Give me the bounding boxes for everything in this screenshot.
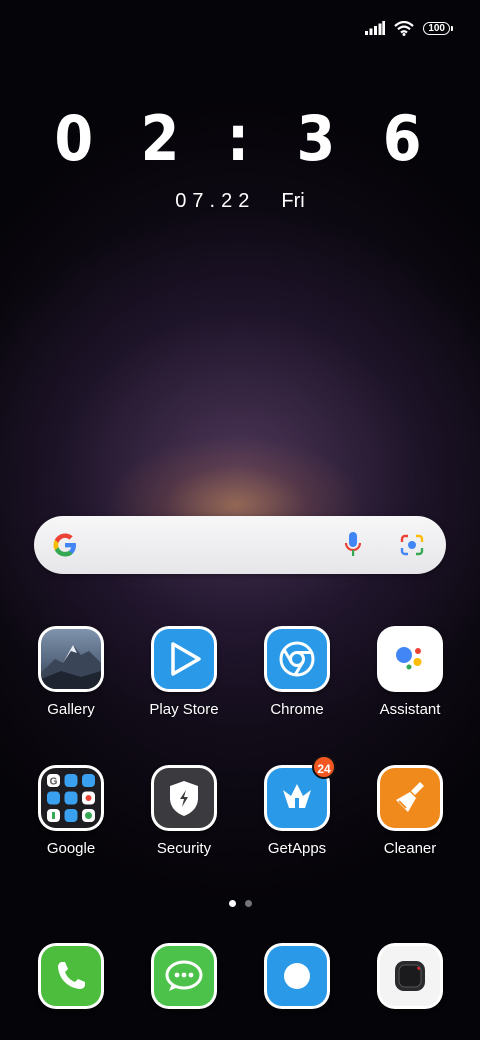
gallery-icon [41,645,101,689]
phone-icon [58,962,85,989]
battery-level: 100 [428,22,445,34]
wifi-icon [394,20,415,36]
app-label: Gallery [47,701,95,718]
lens-camera-icon[interactable] [399,533,425,557]
app-assistant[interactable]: Assistant [355,626,465,718]
clock-weekday: Fri [281,190,305,212]
app-label: GetApps [267,840,327,857]
battery-indicator: 100 [423,21,453,35]
app-getapps[interactable]: 24 GetApps [242,755,352,857]
app-label: Play Store [149,701,219,718]
app-label: Chrome [270,701,324,718]
assistant-icon [396,647,422,670]
app-google-folder[interactable]: G Google [16,765,126,857]
microphone-icon[interactable] [343,531,363,559]
svg-text:G: G [50,777,58,788]
messaging-icon [165,960,203,991]
signal-icon [365,21,386,35]
clock-date: 07.22 [175,190,256,212]
dock-phone[interactable] [16,943,126,1009]
dock-camera[interactable] [355,943,465,1009]
page-dot [244,900,252,907]
app-gallery[interactable]: Gallery [16,626,126,718]
clock-time[interactable]: 0 2 : 3 6 [0,104,480,174]
app-label: Security [156,840,212,857]
google-g-icon [53,533,76,557]
app-chrome[interactable]: Chrome [242,626,352,718]
page-indicator[interactable] [0,900,480,907]
broom-icon [396,782,424,812]
google-search-bar[interactable] [34,516,446,574]
dock-browser[interactable] [242,943,352,1009]
app-cleaner[interactable]: Cleaner [355,765,465,857]
folder-icon: G [47,774,95,822]
clock-date-row: 07.22 Fri [0,190,480,213]
shield-icon [170,781,198,816]
app-security[interactable]: Security [129,765,239,857]
app-play-store[interactable]: Play Store [129,626,239,718]
camera-icon [395,961,425,991]
chrome-icon [279,641,315,677]
dock-messaging[interactable] [129,943,239,1009]
status-bar: 100 [365,18,453,38]
app-label: Google [46,840,96,857]
app-label: Assistant [379,701,441,718]
notification-badge: 24 [312,755,336,779]
page-dot-active [228,900,236,907]
app-label: Cleaner [383,840,437,857]
browser-icon [284,963,310,989]
play-store-icon [171,642,201,676]
